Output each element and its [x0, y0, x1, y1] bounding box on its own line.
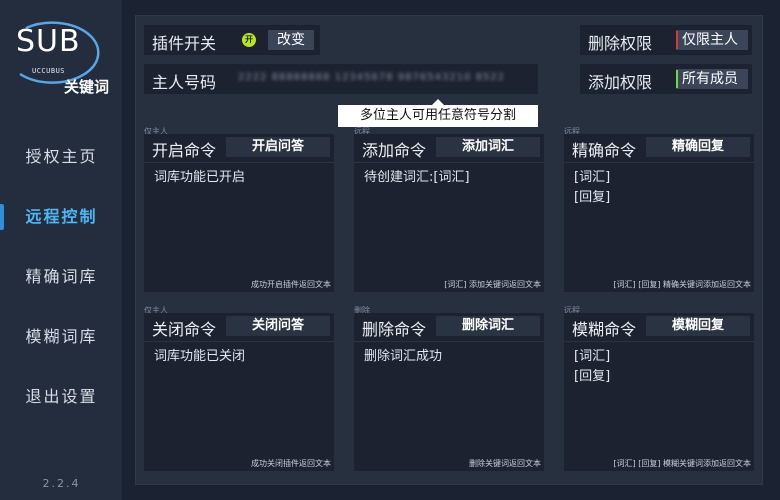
card-title: 关闭命令 [152, 320, 217, 339]
card-reply-line: 词库功能已开启 [154, 170, 246, 185]
owner-number-input[interactable]: 2222 88888888 12345678 9876543210 8522 [238, 72, 505, 83]
card-header: 关闭命令 关闭问答 [144, 313, 334, 339]
delete-command-card: 删除 删除命令 删除词汇 删除词汇成功 删除关键词返回文本 [354, 306, 544, 471]
change-button[interactable]: 改变 [268, 30, 314, 50]
logo-sub-text: SUB [16, 24, 81, 59]
card-body: 模糊命令 模糊回复 [词汇] [回复] [词汇] [回复] 模糊关键词添加返回文… [564, 313, 754, 471]
card-reply-line: 删除词汇成功 [364, 349, 443, 364]
card-title: 开启命令 [152, 141, 217, 160]
card-title: 精确命令 [572, 141, 637, 160]
sidebar-item-label: 退出设置 [25, 387, 98, 406]
card-reply-text[interactable]: 词库功能已开启 [154, 168, 245, 188]
close-command-card: 仅主人 关闭命令 关闭问答 词库功能已关闭 成功关闭插件返回文本 [144, 306, 334, 471]
logo-succubus-text: UCCUBUS [32, 67, 66, 75]
card-footer-hint: [词汇] 添加关键词返回文本 [444, 280, 541, 289]
sidebar-item-remote-control[interactable]: 远程控制 [0, 197, 123, 237]
sidebar-item-label: 模糊词库 [25, 327, 98, 346]
card-reply-line: [回复] [574, 369, 611, 384]
card-footer-hint: [词汇] [回复] 模糊关键词添加返回文本 [613, 459, 751, 468]
card-body: 添加命令 添加词汇 待创建词汇:[词汇] [词汇] 添加关键词返回文本 [354, 134, 544, 292]
add-permission-marker [676, 70, 678, 88]
sidebar-item-exact-lexicon[interactable]: 精确词库 [0, 257, 123, 297]
card-header: 模糊命令 模糊回复 [564, 313, 754, 339]
add-command-card: 远程 添加命令 添加词汇 待创建词汇:[词汇] [词汇] 添加关键词返回文本 [354, 127, 544, 292]
plugin-switch-indicator[interactable]: 开 [242, 33, 256, 47]
card-reply-line: [词汇] [574, 349, 611, 364]
add-word-button[interactable]: 添加词汇 [436, 137, 540, 157]
open-qa-button[interactable]: 开启问答 [226, 137, 330, 157]
owner-number-row: 主人号码 2222 88888888 12345678 9876543210 8… [144, 64, 538, 94]
sidebar-item-label: 精确词库 [25, 267, 98, 286]
sidebar-item-auth-home[interactable]: 授权主页 [0, 137, 123, 177]
card-title: 删除命令 [362, 320, 427, 339]
card-header: 精确命令 精确回复 [564, 134, 754, 160]
main-panel: 插件开关 开 改变 删除权限 仅限主人 主人号码 2222 88888888 1… [135, 15, 763, 485]
sidebar-item-exit-settings[interactable]: 退出设置 [0, 377, 123, 417]
version-label: 2.2.4 [42, 477, 81, 490]
add-permission-value: 所有成员 [682, 71, 738, 87]
fuzzy-command-card: 远程 模糊命令 模糊回复 [词汇] [回复] [词汇] [回复] 模糊关键词添加… [564, 306, 754, 471]
card-header: 添加命令 添加词汇 [354, 134, 544, 160]
card-reply-text[interactable]: 删除词汇成功 [364, 347, 442, 367]
card-header: 开启命令 开启问答 [144, 134, 334, 160]
delete-permission-value: 仅限主人 [682, 32, 738, 48]
card-divider [144, 341, 334, 342]
delete-permission-marker [676, 31, 678, 49]
sidebar-item-fuzzy-lexicon[interactable]: 模糊词库 [0, 317, 123, 357]
plugin-switch-row: 插件开关 开 改变 [144, 25, 320, 55]
delete-permission-row: 删除权限 仅限主人 [580, 25, 752, 55]
exact-reply-button[interactable]: 精确回复 [646, 137, 750, 157]
card-body: 精确命令 精确回复 [词汇] [回复] [词汇] [回复] 精确关键词添加返回文… [564, 134, 754, 292]
sidebar: SUB UCCUBUS 关键词 授权主页 远程控制 精确词库 模糊词库 退出设置… [0, 0, 123, 500]
app-logo: SUB UCCUBUS 关键词 [10, 18, 114, 100]
card-reply-line: [回复] [574, 190, 611, 205]
card-divider [354, 162, 544, 163]
card-reply-line: 待创建词汇:[词汇] [364, 170, 470, 185]
card-footer-hint: 成功开启插件返回文本 [251, 280, 331, 289]
add-permission-row: 添加权限 所有成员 [580, 64, 752, 94]
card-divider [564, 162, 754, 163]
card-body: 关闭命令 关闭问答 词库功能已关闭 成功关闭插件返回文本 [144, 313, 334, 471]
card-header: 删除命令 删除词汇 [354, 313, 544, 339]
delete-permission-label: 删除权限 [588, 34, 653, 53]
card-divider [144, 162, 334, 163]
add-permission-label: 添加权限 [588, 73, 653, 92]
exact-command-card: 远程 精确命令 精确回复 [词汇] [回复] [词汇] [回复] 精确关键词添加… [564, 127, 754, 292]
owner-number-label: 主人号码 [152, 73, 217, 92]
close-qa-button[interactable]: 关闭问答 [226, 316, 330, 336]
card-title: 模糊命令 [572, 320, 637, 339]
card-reply-text[interactable]: 词库功能已关闭 [154, 347, 245, 367]
add-permission-select[interactable]: 所有成员 [676, 69, 748, 89]
delete-word-button[interactable]: 删除词汇 [436, 316, 540, 336]
sidebar-item-label: 远程控制 [25, 207, 98, 226]
owner-number-tooltip: 多位主人可用任意符号分割 [338, 99, 538, 127]
card-title: 添加命令 [362, 141, 427, 160]
logo-keyword-text: 关键词 [64, 78, 110, 96]
active-indicator [0, 204, 4, 230]
open-command-card: 仅主人 开启命令 开启问答 词库功能已开启 成功开启插件返回文本 [144, 127, 334, 292]
card-footer-hint: 删除关键词返回文本 [469, 459, 541, 468]
card-reply-text[interactable]: 待创建词汇:[词汇] [364, 168, 470, 188]
card-body: 开启命令 开启问答 词库功能已开启 成功开启插件返回文本 [144, 134, 334, 292]
plugin-switch-label: 插件开关 [152, 34, 217, 53]
sidebar-item-label: 授权主页 [25, 147, 98, 166]
card-reply-line: 词库功能已关闭 [154, 349, 246, 364]
card-reply-line: [词汇] [574, 170, 611, 185]
fuzzy-reply-button[interactable]: 模糊回复 [646, 316, 750, 336]
card-body: 删除命令 删除词汇 删除词汇成功 删除关键词返回文本 [354, 313, 544, 471]
card-divider [564, 341, 754, 342]
delete-permission-select[interactable]: 仅限主人 [676, 30, 748, 50]
card-divider [354, 341, 544, 342]
card-reply-text[interactable]: [词汇] [回复] [574, 347, 610, 387]
card-reply-text[interactable]: [词汇] [回复] [574, 168, 610, 208]
card-footer-hint: [词汇] [回复] 精确关键词添加返回文本 [613, 280, 751, 289]
card-footer-hint: 成功关闭插件返回文本 [251, 459, 331, 468]
